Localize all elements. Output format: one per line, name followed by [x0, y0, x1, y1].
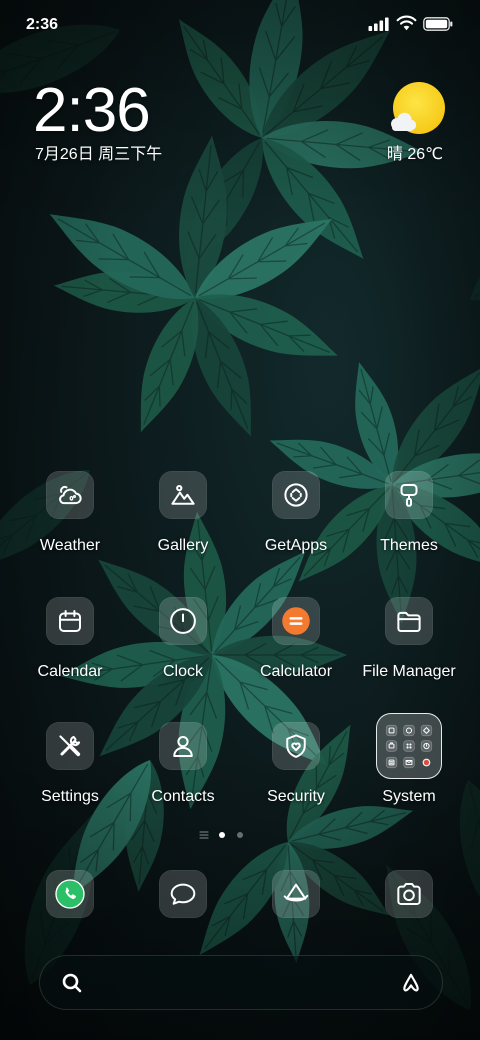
phone-icon [55, 879, 85, 909]
weather-widget[interactable]: 晴 26℃ [370, 78, 460, 168]
clock-time: 2:36 [33, 76, 151, 145]
app-label: Weather [39, 537, 101, 554]
calendar-icon [59, 610, 81, 632]
page-dot[interactable] [237, 832, 243, 838]
wifi-icon [396, 15, 417, 31]
getapps-app-tile[interactable] [272, 471, 320, 519]
system-folder-tile[interactable] [376, 713, 442, 779]
signal-icon [368, 17, 389, 31]
contact-person-icon [173, 736, 193, 757]
calculator-icon [282, 607, 310, 635]
app-label: Security [267, 788, 325, 805]
status-time: 2:36 [26, 16, 59, 33]
themes-app[interactable]: Themes [353, 471, 465, 555]
app-label: Settings [41, 788, 99, 805]
gallery-app-tile[interactable] [159, 471, 207, 519]
clock-date: 7月26日 周三下午 [35, 146, 163, 163]
app-label: Gallery [157, 537, 209, 554]
gallery-app[interactable]: Gallery [127, 471, 239, 555]
system-folder[interactable]: System [353, 713, 465, 806]
search-bar[interactable] [39, 955, 443, 1010]
weather-summary: 晴 26℃ [386, 146, 444, 163]
clock-widget[interactable]: 2:36 7月26日 周三下午 [30, 76, 200, 168]
folder-icon [397, 611, 421, 632]
contacts-app[interactable]: Contacts [127, 722, 239, 806]
calculator-app[interactable]: Calculator [240, 597, 352, 681]
app-label: GetApps [264, 537, 328, 554]
battery-icon [423, 17, 453, 31]
weather-app-tile[interactable] [46, 471, 94, 519]
app-label: System [382, 788, 436, 805]
phone-app[interactable] [46, 870, 94, 918]
calculator-app-tile[interactable] [272, 597, 320, 645]
weather-icon [59, 485, 82, 505]
shield-heart-icon [286, 734, 306, 758]
browser-icon [283, 883, 309, 902]
app-label: Calendar [37, 663, 103, 680]
settings-app-tile[interactable] [46, 722, 94, 770]
app-label: Themes [380, 537, 438, 554]
sun-behind-cloud-icon [391, 82, 445, 134]
themes-app-tile[interactable] [385, 471, 433, 519]
contacts-app-tile[interactable] [159, 722, 207, 770]
app-label: Contacts [151, 788, 215, 805]
file-manager-app-tile[interactable] [385, 597, 433, 645]
app-label: File Manager [362, 663, 456, 680]
app-label: Clock [162, 663, 203, 680]
app-label: Calculator [259, 663, 333, 680]
file-manager-app[interactable]: File Manager [353, 597, 465, 681]
getapps-app[interactable]: GetApps [240, 471, 352, 555]
messages-icon [170, 883, 196, 905]
page-dot-active[interactable] [219, 832, 225, 838]
security-app[interactable]: Security [240, 722, 352, 806]
feed-lines-icon [199, 831, 209, 839]
security-app-tile[interactable] [272, 722, 320, 770]
search-icon [62, 973, 82, 993]
messages-app[interactable] [159, 870, 207, 918]
browser-app[interactable] [272, 870, 320, 918]
gallery-icon [171, 485, 195, 505]
settings-tools-icon [59, 735, 81, 757]
themes-icon [400, 484, 418, 507]
calendar-app[interactable]: Calendar [14, 597, 126, 681]
getapps-icon [284, 483, 308, 507]
weather-app[interactable]: Weather [14, 471, 126, 555]
clock-app[interactable]: Clock [127, 597, 239, 681]
clock-icon [170, 608, 196, 634]
assistant-icon[interactable] [398, 970, 424, 996]
clock-app-tile[interactable] [159, 597, 207, 645]
page-dots [219, 832, 243, 838]
system-folder-icon [385, 724, 433, 769]
home-screen: 2:36 2:36 7月26日 周三下午 晴 26℃ Weather Galle… [0, 0, 480, 1040]
settings-app[interactable]: Settings [14, 722, 126, 806]
calendar-app-tile[interactable] [46, 597, 94, 645]
camera-app[interactable] [385, 870, 433, 918]
camera-icon [397, 883, 421, 905]
